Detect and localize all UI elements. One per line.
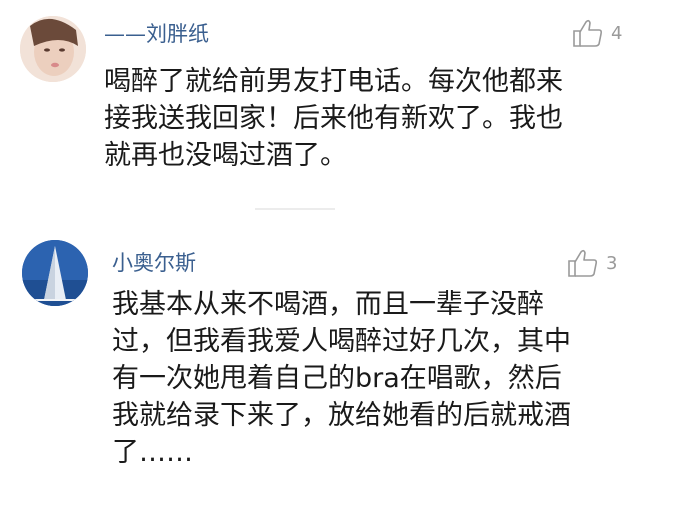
thumbs-up-icon	[568, 249, 598, 277]
comment-text: 喝醉了就给前男友打电话。每次他都来 接我送我回家！后来他有新欢了。我也 就再也没…	[104, 63, 664, 174]
comment-line: 接我送我回家！后来他有新欢了。我也	[104, 103, 563, 134]
comment-item: ——刘胖纸 4 喝醉了就给前男友打电话。每次他都来 接我送我回家！后来他有新欢了…	[0, 0, 678, 210]
like-button[interactable]: 3	[566, 248, 617, 278]
comment-line: 有一次她甩着自己的bra在唱歌，然后	[112, 363, 562, 394]
comment-line: 了……	[112, 437, 193, 468]
comment-line: 就再也没喝过酒了。	[104, 140, 347, 171]
username[interactable]: ——刘胖纸	[104, 18, 209, 48]
comment-line: 我就给录下来了，放给她看的后就戒酒	[112, 400, 571, 431]
like-button[interactable]: 4	[571, 18, 622, 48]
like-count: 3	[606, 252, 618, 274]
comment-line: 过，但我看我爱人喝醉过好几次，其中	[112, 326, 571, 357]
avatar[interactable]	[22, 240, 88, 306]
avatar[interactable]	[20, 16, 86, 82]
comment-line: 我基本从来不喝酒，而且一辈子没醉	[112, 289, 544, 320]
comment-text: 我基本从来不喝酒，而且一辈子没醉 过，但我看我爱人喝醉过好几次，其中 有一次她甩…	[112, 286, 672, 471]
comment-line: 喝醉了就给前男友打电话。每次他都来	[104, 66, 563, 97]
thumbs-up-icon	[573, 19, 603, 47]
avatar-photo-icon	[20, 16, 86, 82]
like-count: 4	[611, 22, 623, 44]
comment-item: 小奥尔斯 3 我基本从来不喝酒，而且一辈子没醉 过，但我看我爱人喝醉过好几次，其…	[0, 226, 678, 519]
avatar-architecture-icon	[22, 240, 88, 306]
divider	[255, 208, 335, 210]
username[interactable]: 小奥尔斯	[112, 247, 196, 277]
